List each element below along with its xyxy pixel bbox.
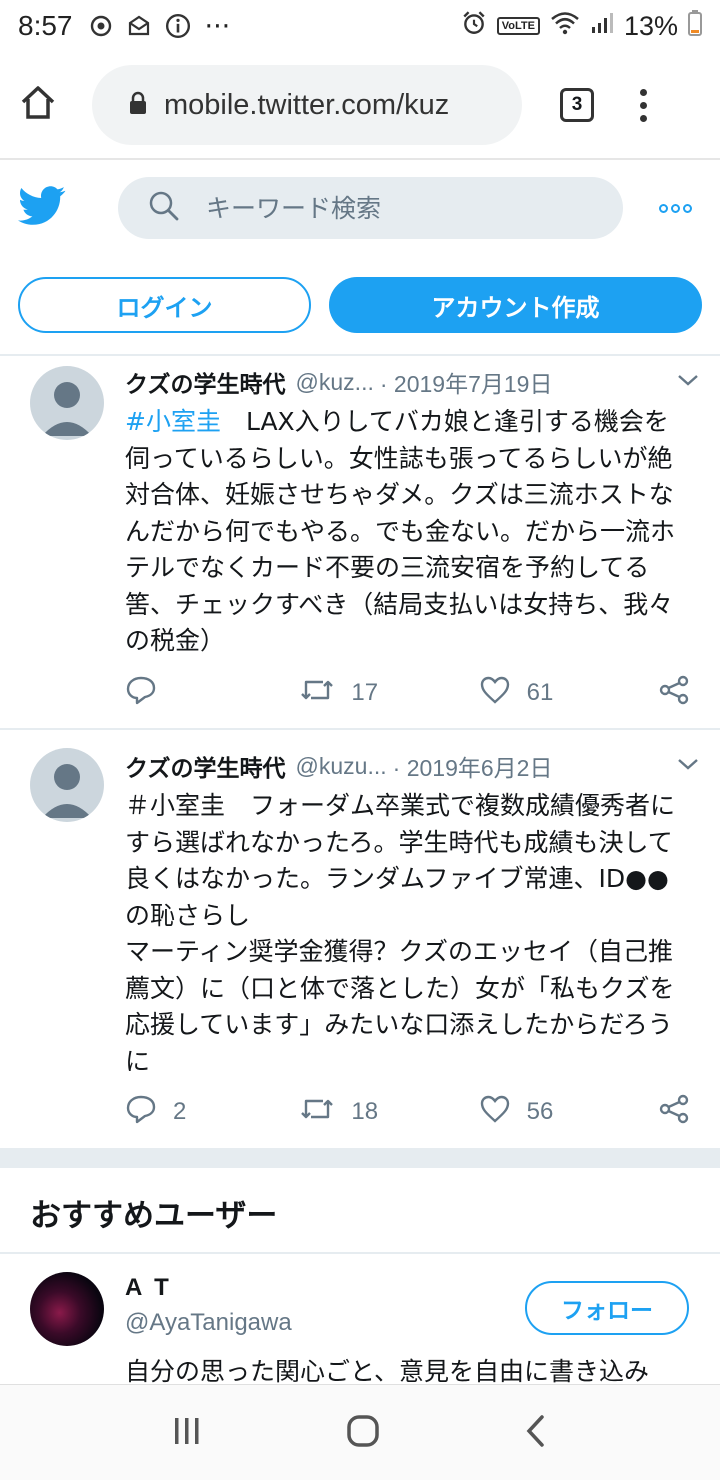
tweet-author-name[interactable]: クズの学生時代: [125, 749, 286, 783]
tweet-header: クズの学生時代 @kuzu... · 2019年6月2日: [125, 748, 700, 784]
home-icon[interactable]: [18, 83, 58, 127]
tab-switcher-button[interactable]: 3: [560, 88, 594, 122]
more-options-icon[interactable]: [659, 203, 692, 213]
tweet-date[interactable]: · 2019年7月19日: [380, 365, 553, 399]
chevron-down-icon[interactable]: [676, 372, 700, 392]
browser-menu-icon[interactable]: [640, 88, 647, 122]
retweet-button[interactable]: 18: [299, 1095, 478, 1130]
hashtag-link[interactable]: #小室圭: [125, 407, 221, 436]
retweet-count: 18: [351, 1098, 379, 1125]
avatar[interactable]: [30, 748, 104, 822]
reply-icon: [125, 675, 157, 712]
tweet-date[interactable]: · 2019年6月2日: [393, 749, 553, 783]
share-button[interactable]: [658, 674, 690, 713]
retweet-icon: [299, 676, 335, 711]
user-name[interactable]: A T: [125, 1274, 172, 1302]
heart-icon: [479, 675, 511, 712]
reply-button[interactable]: [125, 675, 299, 712]
address-bar[interactable]: mobile.twitter.com/kuz: [92, 65, 522, 145]
recent-apps-icon[interactable]: [170, 1414, 204, 1452]
info-icon: [165, 13, 191, 39]
tweet-text: ＃小室圭 フォーダム卒業式で複数成績優秀者にすら選ばれなかったろ。学生時代も成績…: [125, 791, 676, 1076]
back-icon[interactable]: [522, 1413, 550, 1453]
tweet-text: #小室圭 LAX入りしてバカ娘と逢引する機会を伺っているらしい。女性誌も張ってる…: [125, 404, 692, 660]
auth-bar: ログイン アカウント作成: [0, 256, 720, 356]
reply-button[interactable]: 2: [125, 1094, 299, 1131]
tweet-actions: 17 61: [125, 673, 690, 713]
home-nav-icon[interactable]: [345, 1413, 381, 1453]
more-notifications-icon: ···: [204, 10, 231, 42]
search-input[interactable]: [206, 193, 586, 223]
tweet-header: クズの学生時代 @kuz... · 2019年7月19日: [125, 364, 700, 400]
user-handle[interactable]: @AyaTanigawa: [125, 1309, 292, 1337]
recommended-users-title: おすすめユーザー: [30, 1198, 278, 1234]
tweet-author-handle[interactable]: @kuz...: [296, 369, 374, 396]
system-navigation-bar: [0, 1384, 720, 1480]
retweet-count: 17: [351, 679, 379, 706]
status-time: 8:57: [18, 10, 73, 41]
volte-icon: VoLTE: [496, 17, 540, 35]
tweet-actions: 2 18 56: [125, 1092, 690, 1132]
alarm-icon: [461, 10, 487, 43]
twitter-bird-icon[interactable]: [18, 186, 66, 230]
user-bio: 自分の思った関心ごと、意見を自由に書き込み: [125, 1357, 650, 1386]
lock-icon: [128, 91, 148, 119]
mail-icon: [127, 14, 151, 38]
share-icon: [658, 1093, 690, 1132]
status-bar: 8:57 ··· VoLTE 13%: [0, 0, 720, 52]
url-text: mobile.twitter.com/kuz: [164, 88, 450, 121]
retweet-button[interactable]: 17: [299, 676, 478, 711]
wifi-icon: [550, 11, 580, 42]
recommended-user-card[interactable]: A T @AyaTanigawa フォロー 自分の思った関心ごと、意見を自由に書…: [0, 1254, 720, 1386]
like-count: 61: [526, 679, 554, 706]
like-button[interactable]: 61: [479, 675, 658, 712]
battery-percent: 13%: [623, 10, 678, 41]
like-count: 56: [526, 1098, 554, 1125]
signup-button[interactable]: アカウント作成: [329, 277, 702, 333]
login-button[interactable]: ログイン: [18, 277, 311, 333]
like-button[interactable]: 56: [479, 1094, 658, 1131]
section-divider: [0, 1148, 720, 1168]
follow-button[interactable]: フォロー: [525, 1281, 689, 1335]
retweet-icon: [299, 1095, 335, 1130]
avatar[interactable]: [30, 366, 104, 440]
search-icon: [148, 190, 180, 226]
tweet-author-handle[interactable]: @kuzu...: [296, 753, 387, 780]
heart-icon: [479, 1094, 511, 1131]
tweet-author-name[interactable]: クズの学生時代: [125, 365, 286, 399]
reply-count: 2: [173, 1098, 187, 1125]
tweet[interactable]: クズの学生時代 @kuz... · 2019年7月19日 #小室圭 LAX入りし…: [0, 358, 720, 730]
share-icon: [658, 674, 690, 713]
twitter-header: [0, 160, 720, 256]
reply-icon: [125, 1094, 157, 1131]
tweet[interactable]: クズの学生時代 @kuzu... · 2019年6月2日 ＃小室圭 フォーダム卒…: [0, 732, 720, 1148]
tweet-text-body: LAX入りしてバカ娘と逢引する機会を伺っているらしい。女性誌も張ってるらしいが絶…: [125, 407, 676, 655]
sync-icon: [89, 14, 113, 38]
chevron-down-icon[interactable]: [676, 756, 700, 776]
search-box[interactable]: [118, 177, 623, 239]
avatar[interactable]: [30, 1272, 104, 1346]
signal-icon: [590, 11, 614, 42]
battery-icon: [688, 9, 702, 43]
share-button[interactable]: [658, 1093, 690, 1132]
browser-toolbar: mobile.twitter.com/kuz 3: [0, 52, 720, 160]
